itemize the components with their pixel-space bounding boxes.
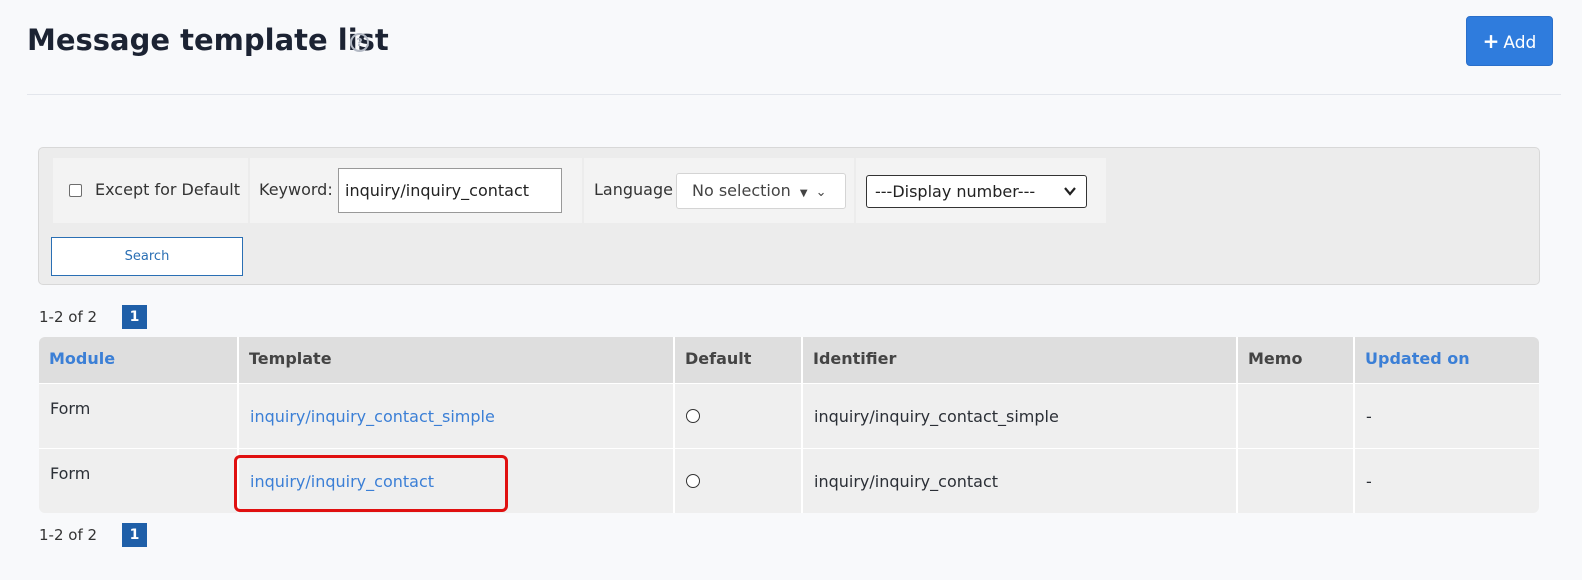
column-header-template: Template <box>239 337 675 383</box>
template-link[interactable]: inquiry/inquiry_contact_simple <box>250 384 495 449</box>
module-cell: Form <box>50 464 91 483</box>
add-button[interactable]: + Add <box>1466 16 1553 66</box>
plus-icon: + <box>1482 29 1500 53</box>
chevron-down-icon: ⌄ <box>815 185 827 200</box>
title-divider <box>27 94 1561 95</box>
add-button-label: Add <box>1503 33 1537 53</box>
column-header-memo: Memo <box>1238 337 1355 383</box>
search-panel: Except for Default Keyword: inquiry/inqu… <box>38 147 1540 285</box>
language-filter: Language No selection ▼ ⌄ <box>584 158 854 223</box>
identifier-cell: inquiry/inquiry_contact_simple <box>814 407 1059 426</box>
pagination-summary: 1-2 of 2 <box>39 526 98 544</box>
column-header-default: Default <box>675 337 803 383</box>
page-number-button[interactable]: 1 <box>122 305 147 329</box>
keyword-label: Keyword: <box>259 180 333 199</box>
updated-cell: - <box>1366 472 1372 491</box>
page-number-button[interactable]: 1 <box>122 523 147 547</box>
template-link[interactable]: inquiry/inquiry_contact <box>250 449 434 513</box>
language-select-value: No selection <box>692 181 791 200</box>
help-icon[interactable]: ? <box>350 33 369 52</box>
except-default-filter: Except for Default <box>53 158 248 223</box>
column-header-identifier: Identifier <box>803 337 1238 383</box>
pagination-summary: 1-2 of 2 <box>39 308 98 326</box>
template-table: Module Template Default Identifier Memo … <box>39 337 1539 513</box>
chevron-down-icon <box>1064 176 1076 219</box>
module-cell: Form <box>50 399 91 418</box>
table-row: Form inquiry/inquiry_contact inquiry/inq… <box>39 448 1539 513</box>
page-title: Message template list <box>27 23 389 57</box>
keyword-input[interactable]: inquiry/inquiry_contact <box>338 168 562 213</box>
language-select[interactable]: No selection ▼ ⌄ <box>676 173 846 209</box>
column-header-module[interactable]: Module <box>39 337 239 383</box>
updated-cell: - <box>1366 407 1372 426</box>
table-header-row: Module Template Default Identifier Memo … <box>39 337 1539 383</box>
default-radio[interactable] <box>686 474 700 488</box>
display-number-value: ---Display number--- <box>875 182 1036 201</box>
language-label: Language <box>594 180 673 199</box>
except-default-checkbox[interactable] <box>69 184 82 197</box>
default-radio[interactable] <box>686 409 700 423</box>
search-button[interactable]: Search <box>51 237 243 276</box>
caret-down-icon: ▼ <box>799 188 808 199</box>
keyword-filter: Keyword: inquiry/inquiry_contact <box>250 158 582 223</box>
column-header-updated[interactable]: Updated on <box>1355 337 1539 383</box>
table-row: Form inquiry/inquiry_contact_simple inqu… <box>39 383 1539 449</box>
identifier-cell: inquiry/inquiry_contact <box>814 472 999 491</box>
except-default-label: Except for Default <box>95 180 240 199</box>
display-number-filter: ---Display number--- <box>856 158 1106 223</box>
display-number-select[interactable]: ---Display number--- <box>866 175 1087 208</box>
